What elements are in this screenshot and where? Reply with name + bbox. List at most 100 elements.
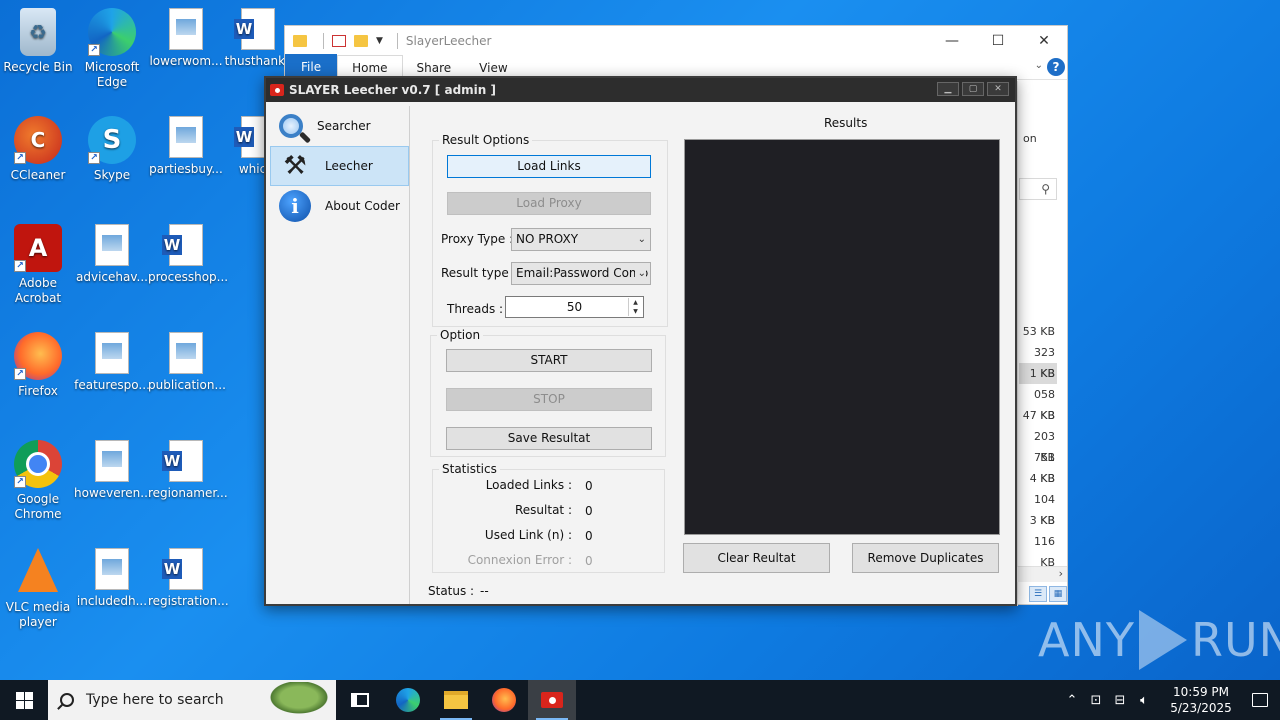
chrome-icon: ↗ (14, 440, 62, 488)
chevron-right-icon[interactable]: › (1059, 567, 1063, 580)
file-size[interactable]: 323 KB (1019, 342, 1057, 380)
properties-icon[interactable] (332, 35, 346, 47)
magnifier-icon (279, 114, 303, 138)
image-file-icon (169, 332, 203, 374)
file-size[interactable]: 104 KB (1019, 489, 1057, 527)
word-doc-icon: W (234, 8, 275, 50)
minimize-button[interactable]: ▁ (937, 82, 959, 96)
statistics-group: Statistics Loaded Links : 0 Resultat : 0… (432, 462, 665, 573)
expand-ribbon-icon[interactable]: ⌄ (1035, 60, 1043, 71)
file-size[interactable]: 53 KB (1019, 321, 1057, 342)
file-size[interactable]: 3 KB (1019, 510, 1057, 531)
file-size[interactable]: 4 KB (1019, 468, 1057, 489)
clock[interactable]: 10:59 PM 5/23/2025 (1162, 684, 1240, 716)
slayer-leecher-window[interactable]: SLAYER Leecher v0.7 [ admin ] ▁ ▢ ✕ Sear… (264, 76, 1017, 606)
option-group: Option START STOP Save Resultat (430, 328, 666, 457)
network-icon[interactable]: ⊟ (1108, 693, 1132, 708)
minimize-button[interactable]: — (929, 26, 975, 56)
notification-button[interactable] (1240, 693, 1280, 707)
desktop-icon-file[interactable]: howeveren... (74, 440, 152, 501)
close-button[interactable]: ✕ (987, 82, 1009, 96)
desktop-icon-file[interactable]: lowerwom... (148, 8, 224, 69)
sidebar: Searcher ⚒ Leecher i About Coder (270, 106, 410, 604)
help-icon[interactable]: ? (1047, 58, 1065, 76)
start-button[interactable] (0, 680, 48, 720)
sidebar-item-searcher[interactable]: Searcher (270, 106, 409, 146)
maximize-button[interactable]: ☐ (975, 26, 1021, 56)
remove-duplicates-button[interactable]: Remove Duplicates (852, 543, 999, 573)
new-folder-icon[interactable] (354, 35, 368, 47)
search-input[interactable]: ⚲ (1019, 178, 1057, 200)
desktop-icon-label: publication... (148, 378, 226, 392)
volume-icon[interactable]: 🔈︎ (1132, 693, 1156, 708)
tunisia-flag-icon (270, 84, 284, 96)
task-view-button[interactable] (336, 680, 384, 720)
start-button[interactable]: START (446, 349, 652, 372)
desktop-icon-firefox[interactable]: ↗ Firefox (0, 332, 76, 399)
chevron-down-icon[interactable]: ▼ (376, 36, 383, 46)
desktop-icon-file[interactable]: featurespo... (74, 332, 150, 393)
view-toggle: ☰ ▦ (1017, 586, 1067, 604)
desktop-icon-word[interactable]: W registration... (148, 548, 229, 609)
taskbar-slayer-leecher[interactable] (528, 680, 576, 720)
file-size[interactable]: 203 KB (1019, 426, 1057, 464)
window-title: SlayerLeecher (405, 34, 492, 48)
threads-stepper[interactable]: 50 ▲ ▼ (505, 296, 644, 318)
edge-icon (396, 688, 420, 712)
results-title: Results (824, 116, 868, 130)
desktop-icon-chrome[interactable]: ↗ Google Chrome (0, 440, 76, 522)
desktop-icon-ccleaner[interactable]: C ↗ CCleaner (0, 116, 76, 183)
file-size[interactable]: 1 KB (1019, 363, 1057, 384)
word-doc-icon: W (162, 440, 203, 482)
used-link-value: 0 (585, 529, 593, 543)
desktop-icon-vlc[interactable]: VLC media player (0, 548, 76, 630)
loaded-links-value: 0 (585, 479, 593, 493)
desktop-icon-skype[interactable]: S ↗ Skype (74, 116, 150, 183)
save-resultat-button[interactable]: Save Resultat (446, 427, 652, 450)
file-size[interactable]: 47 KB (1019, 405, 1057, 426)
load-links-button[interactable]: Load Links (447, 155, 651, 178)
ribbon-label-fragment: on (1023, 132, 1037, 145)
sidebar-item-leecher[interactable]: ⚒ Leecher (270, 146, 409, 186)
maximize-button[interactable]: ▢ (962, 82, 984, 96)
resultat-value: 0 (585, 504, 593, 518)
desktop-icon-file[interactable]: includedh... (74, 548, 150, 609)
desktop-icon-word[interactable]: W regionamer... (148, 440, 228, 501)
desktop-icon-file[interactable]: partiesbuy... (148, 116, 224, 177)
results-output[interactable] (684, 139, 1000, 535)
desktop-icon-file[interactable]: advicehav... (74, 224, 150, 285)
device-icon[interactable]: ⊡ (1084, 693, 1108, 708)
stepper-down-icon[interactable]: ▼ (629, 307, 642, 316)
desktop-icon-edge[interactable]: ↗ Microsoft Edge (74, 8, 150, 90)
file-size[interactable]: 058 KB (1019, 384, 1057, 422)
stop-button[interactable]: STOP (446, 388, 652, 411)
close-button[interactable]: ✕ (1021, 26, 1067, 56)
desktop-icon-acrobat[interactable]: A ↗ Adobe Acrobat (0, 224, 76, 306)
result-type-value: Email:Password Comb (516, 266, 649, 280)
taskbar-search-input[interactable]: Type here to search (48, 680, 336, 720)
desktop-icon-file[interactable]: publication... (148, 332, 226, 393)
taskbar-file-explorer[interactable] (432, 680, 480, 720)
search-icon: ⚲ (1041, 182, 1050, 196)
load-proxy-button[interactable]: Load Proxy (447, 192, 651, 215)
details-view-icon[interactable]: ☰ (1029, 586, 1047, 602)
group-label: Statistics (439, 462, 500, 476)
taskbar-edge[interactable] (384, 680, 432, 720)
taskbar-firefox[interactable] (480, 680, 528, 720)
horizontal-scrollbar[interactable]: › (1017, 566, 1067, 582)
sidebar-item-about-coder[interactable]: i About Coder (270, 186, 409, 226)
large-icons-view-icon[interactable]: ▦ (1049, 586, 1067, 602)
proxy-type-select[interactable]: NO PROXY ⌄ (511, 228, 651, 251)
result-type-select[interactable]: Email:Password Comb ⌄ (511, 262, 651, 285)
clear-results-button[interactable]: Clear Reultat (683, 543, 830, 573)
chevron-up-icon[interactable]: ⌃ (1060, 693, 1084, 708)
desktop-icon-word[interactable]: W processhop... (148, 224, 228, 285)
desktop-icon-recycle-bin[interactable]: ♻ Recycle Bin (0, 8, 76, 75)
image-file-icon (95, 548, 129, 590)
stepper-up-icon[interactable]: ▲ (629, 298, 642, 307)
file-size[interactable]: 116 KB (1019, 531, 1057, 569)
divider (396, 33, 398, 49)
file-size[interactable]: 751 KB (1019, 447, 1057, 485)
skype-icon: S ↗ (88, 116, 136, 164)
image-file-icon (95, 332, 129, 374)
